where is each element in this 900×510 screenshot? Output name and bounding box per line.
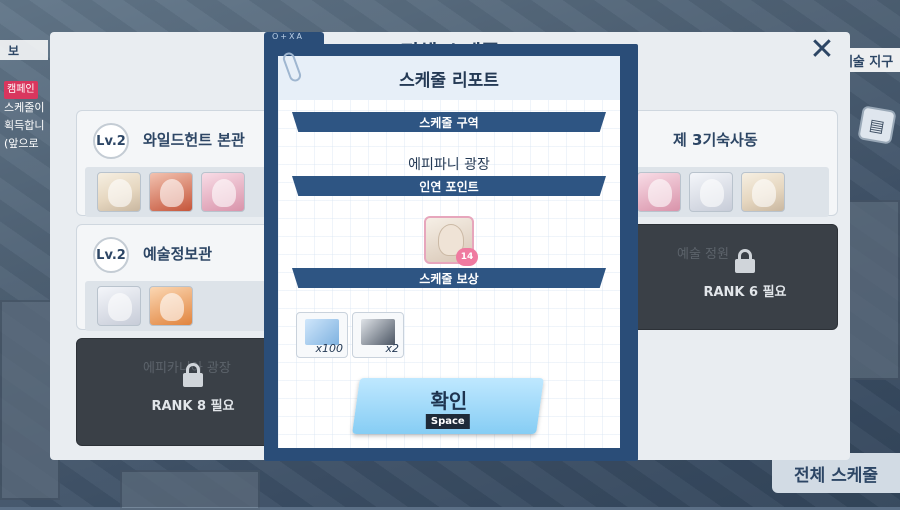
campaign-tag: 캠페인	[4, 81, 38, 99]
schedule-book-icon[interactable]: ▤	[857, 105, 897, 145]
schedule-report-modal: O+XA 스케줄 리포트 스케줄 구역 에피파니 광장 인연 포인트 14 스케…	[264, 32, 638, 461]
campaign-notice: 캠페인 스케줄이 획득합니 (앞으로	[4, 80, 48, 153]
notice-line: 스케줄이	[4, 101, 45, 114]
reward-qty: x2	[385, 342, 399, 355]
rank-requirement: RANK 8 필요	[151, 399, 235, 414]
lock-overlay: RANK 6 필요	[653, 249, 837, 300]
student-portrait	[97, 286, 141, 326]
confirm-button[interactable]: 확인 Space	[352, 378, 544, 434]
notice-line: 획득합니	[4, 119, 45, 132]
student-portrait	[149, 172, 193, 212]
lock-icon	[183, 363, 203, 387]
report-card: 스케줄 리포트 스케줄 구역 에피파니 광장 인연 포인트 14 스케줄 보상 …	[278, 50, 620, 448]
location-name: 예술정보관	[143, 245, 213, 263]
modal-tab: O+XA	[264, 32, 324, 48]
bond-value: 14	[460, 252, 474, 262]
region-tab[interactable]: 보	[0, 40, 48, 60]
section-header-bond: 인연 포인트	[292, 176, 606, 196]
section-header-reward: 스케줄 보상	[292, 268, 606, 288]
reward-qty: x100	[315, 342, 343, 355]
reward-item-equipment[interactable]: x2	[352, 312, 404, 358]
level-badge: Lv.2	[93, 237, 129, 273]
confirm-label: 확인	[430, 389, 468, 413]
level-badge: Lv.2	[93, 123, 129, 159]
report-title: 스케줄 리포트	[278, 56, 620, 100]
close-icon[interactable]: ✕	[808, 35, 836, 65]
student-portrait	[97, 172, 141, 212]
student-portrait	[637, 172, 681, 212]
location-name: 와일드헌트 본관	[143, 131, 245, 149]
rank-requirement: RANK 6 필요	[703, 285, 787, 300]
lock-icon	[735, 249, 755, 273]
bond-heart-icon: 14	[456, 248, 478, 266]
student-portrait	[149, 286, 193, 326]
reward-item-report[interactable]: x100	[296, 312, 348, 358]
location-name: 제 3기숙사동	[673, 131, 758, 149]
section-header-zone: 스케줄 구역	[292, 112, 606, 132]
student-portrait	[689, 172, 733, 212]
confirm-hotkey: Space	[425, 414, 470, 429]
student-portrait	[201, 172, 245, 212]
student-portrait	[741, 172, 785, 212]
notice-line: (앞으로	[4, 137, 39, 150]
zone-name: 에피파니 광장	[408, 157, 490, 173]
bond-student-portrait[interactable]: 14	[424, 216, 478, 266]
